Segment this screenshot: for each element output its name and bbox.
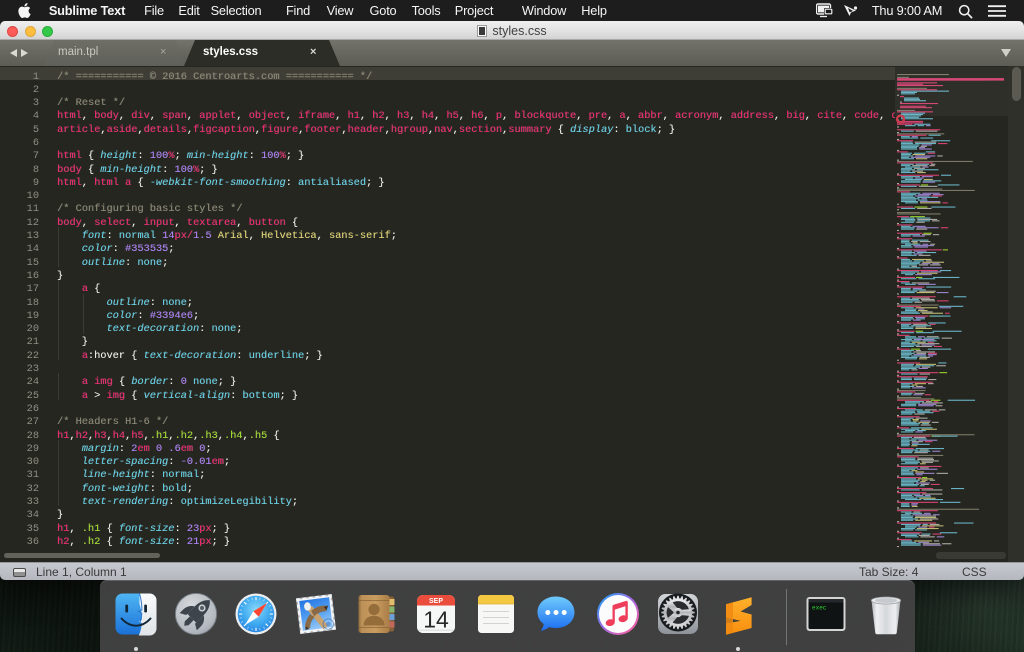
- svg-text:exec: exec: [812, 605, 827, 612]
- svg-text:SEP: SEP: [429, 598, 443, 605]
- svg-text:14: 14: [423, 607, 449, 633]
